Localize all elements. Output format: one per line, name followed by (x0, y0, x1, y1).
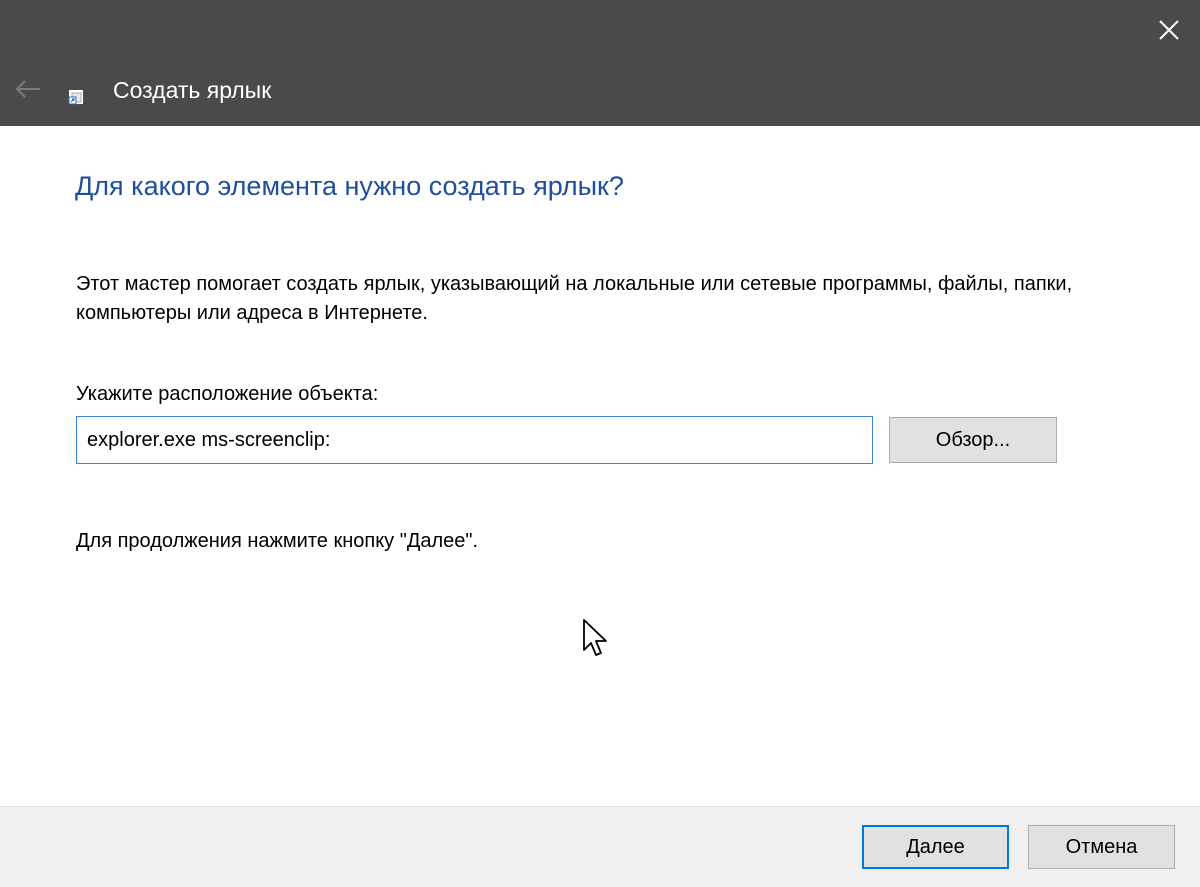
continue-hint: Для продолжения нажмите кнопку "Далее". (76, 530, 479, 552)
browse-button[interactable]: Обзор... (889, 417, 1057, 463)
window-title: Создать ярлык (113, 77, 272, 103)
location-input[interactable] (76, 416, 873, 464)
close-button[interactable] (1146, 8, 1192, 52)
shortcut-icon (68, 90, 83, 105)
close-icon (1159, 20, 1179, 40)
location-label: Укажите расположение объекта: (76, 383, 379, 405)
wizard-question-heading: Для какого элемента нужно создать ярлык? (75, 171, 624, 201)
back-arrow-icon (15, 80, 40, 98)
next-button[interactable]: Далее (862, 825, 1009, 869)
wizard-footer (0, 806, 1200, 887)
titlebar: Создать ярлык (0, 0, 1200, 126)
mouse-cursor-icon (583, 619, 607, 656)
wizard-description: Этот мастер помогает создать ярлык, указ… (76, 273, 1073, 324)
cancel-button[interactable]: Отмена (1028, 825, 1175, 869)
back-button[interactable] (10, 72, 46, 106)
create-shortcut-window: Создать ярлык Для какого элемента нужно … (0, 0, 1200, 887)
